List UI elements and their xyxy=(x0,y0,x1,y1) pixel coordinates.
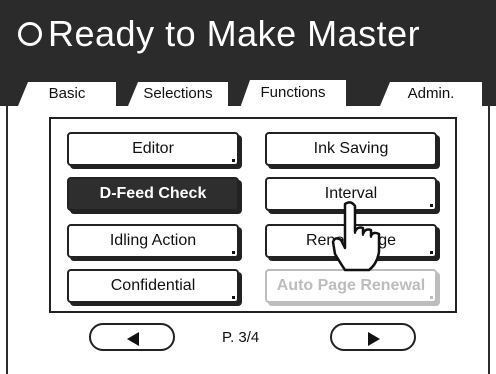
tab-bar: Basic Selections Functions Admin. xyxy=(0,68,496,108)
submenu-indicator xyxy=(232,296,235,299)
idling-action-label: Idling Action xyxy=(109,232,197,249)
d-feed-check-button[interactable]: D-Feed Check xyxy=(67,177,239,211)
prev-page-button[interactable] xyxy=(89,323,175,351)
auto-page-renewal-label: Auto Page Renewal xyxy=(276,277,426,294)
pointing-hand-icon xyxy=(331,201,381,272)
next-page-button[interactable] xyxy=(330,323,416,351)
submenu-indicator xyxy=(232,159,235,162)
right-triangle-icon xyxy=(368,332,380,346)
confidential-button[interactable]: Confidential xyxy=(67,269,239,303)
status-title: Ready to Make Master xyxy=(48,13,421,54)
editor-button[interactable]: Editor xyxy=(67,132,239,166)
page-indicator: P. 3/4 xyxy=(222,329,260,346)
confidential-label: Confidential xyxy=(110,277,196,294)
status-header: Ready to Make Master xyxy=(0,0,496,68)
tab-selections[interactable]: Selections xyxy=(128,82,228,106)
ink-saving-label: Ink Saving xyxy=(313,140,389,157)
auto-page-renewal-button[interactable]: Auto Page Renewal xyxy=(265,269,437,303)
ring-icon xyxy=(18,22,42,46)
ink-saving-button[interactable]: Ink Saving xyxy=(265,132,437,166)
submenu-indicator xyxy=(430,296,433,299)
tab-basic[interactable]: Basic xyxy=(18,82,116,106)
left-triangle-icon xyxy=(127,332,139,346)
d-feed-check-label: D-Feed Check xyxy=(99,185,207,202)
editor-label: Editor xyxy=(132,140,174,157)
submenu-indicator xyxy=(232,251,235,254)
submenu-indicator xyxy=(430,251,433,254)
submenu-indicator xyxy=(430,204,433,207)
tab-admin[interactable]: Admin. xyxy=(380,82,482,106)
idling-action-button[interactable]: Idling Action xyxy=(67,224,239,258)
